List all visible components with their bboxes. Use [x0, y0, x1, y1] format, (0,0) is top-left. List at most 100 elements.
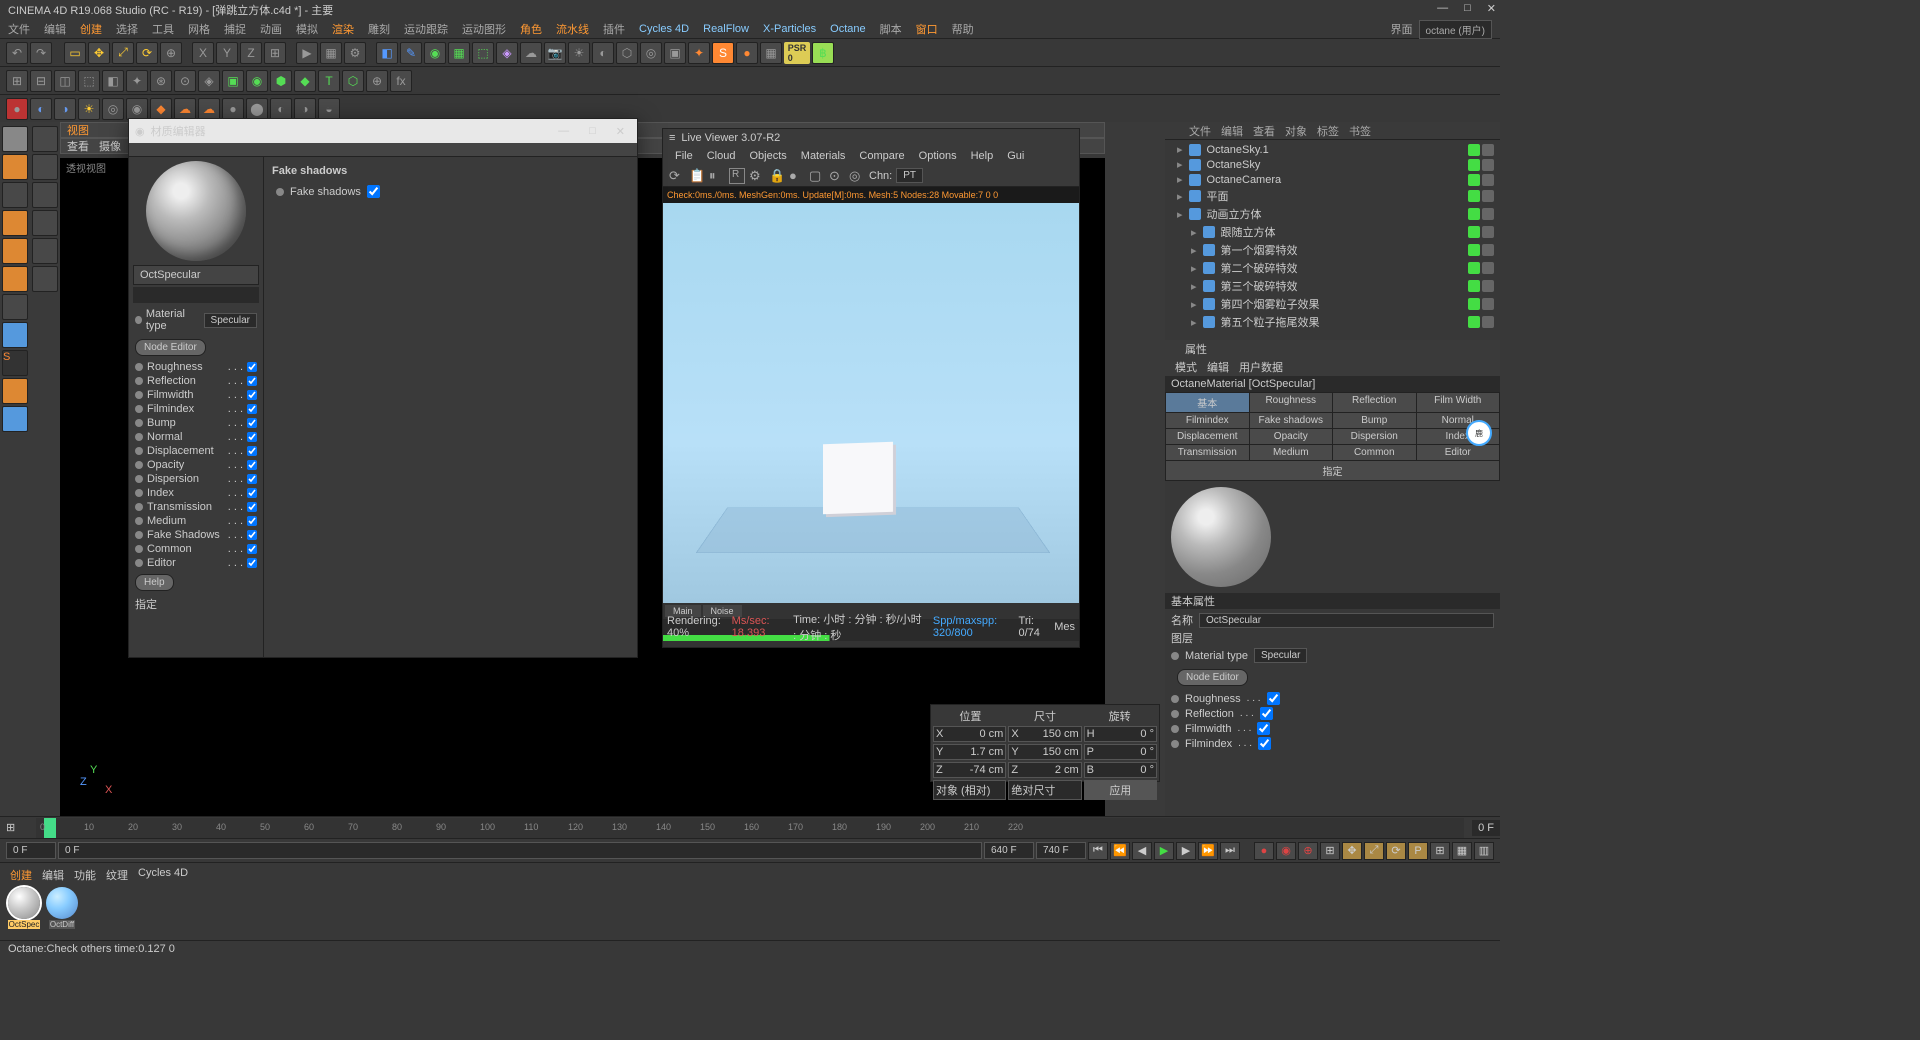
pb-d[interactable]: P	[1408, 842, 1428, 860]
scale-tool[interactable]: ⤢	[112, 42, 134, 64]
attr-tab-bump[interactable]: Bump	[1333, 413, 1416, 428]
material-preview-sphere[interactable]	[146, 161, 246, 261]
lv-frame-icon[interactable]: ▢	[809, 168, 825, 184]
material-channel-row[interactable]: Fake Shadows. . .	[129, 528, 263, 542]
attr-tab-edit[interactable]: 编辑	[1207, 359, 1229, 375]
lv-r-button[interactable]: R	[729, 168, 745, 184]
redo-button[interactable]: ↷	[30, 42, 52, 64]
tool-d[interactable]: ▣	[664, 42, 686, 64]
menu-cycles[interactable]: Cycles 4D	[639, 23, 689, 35]
visibility-tag[interactable]	[1468, 262, 1480, 274]
radio-icon[interactable]	[135, 531, 143, 539]
t3-b[interactable]: ◑	[54, 98, 76, 120]
radio-icon[interactable]	[135, 377, 143, 385]
attr-reflection-check[interactable]	[1260, 707, 1273, 720]
mode-10[interactable]	[2, 378, 28, 404]
coord-field[interactable]: Y150 cm	[1008, 744, 1081, 760]
visibility-tag[interactable]	[1468, 174, 1480, 186]
radio-icon[interactable]	[1171, 652, 1179, 660]
object-tag[interactable]	[1482, 316, 1494, 328]
radio-icon[interactable]	[135, 489, 143, 497]
deformer-button[interactable]: ◈	[496, 42, 518, 64]
material-channel-row[interactable]: Common. . .	[129, 542, 263, 556]
menu-script[interactable]: 脚本	[880, 21, 902, 37]
object-tag[interactable]	[1482, 262, 1494, 274]
close-button[interactable]: ✕	[1487, 2, 1496, 15]
axis-z-button[interactable]: Z	[240, 42, 262, 64]
material-channel-row[interactable]: Opacity. . .	[129, 458, 263, 472]
object-row[interactable]: ▸第一个烟雾特效	[1167, 241, 1498, 259]
material-editor-titlebar[interactable]: ◉ 材质编辑器 — □ ✕	[129, 119, 637, 143]
objmgr-tab-bookmarks[interactable]: 书签	[1349, 123, 1371, 139]
mode-8[interactable]	[2, 322, 28, 348]
next-frame-button[interactable]: ▶	[1176, 842, 1196, 860]
attr-tab-fake-shadows[interactable]: Fake shadows	[1250, 413, 1333, 428]
tool-b[interactable]: ⬡	[616, 42, 638, 64]
menu-plugins[interactable]: 插件	[603, 21, 625, 37]
t3-d[interactable]: ◉	[126, 98, 148, 120]
minimize-button[interactable]: —	[1437, 2, 1448, 15]
radio-icon[interactable]	[135, 363, 143, 371]
matmgr-tab-cycles[interactable]: Cycles 4D	[138, 867, 188, 883]
lv-target-icon[interactable]: ◎	[849, 168, 865, 184]
lv-menu-help[interactable]: Help	[971, 150, 994, 162]
coord-field[interactable]: X150 cm	[1008, 726, 1081, 742]
lv-menu-options[interactable]: Options	[919, 150, 957, 162]
visibility-tag[interactable]	[1468, 208, 1480, 220]
record-button[interactable]: ●	[6, 98, 28, 120]
tool-c[interactable]: ◎	[640, 42, 662, 64]
radio-icon[interactable]	[135, 559, 143, 567]
t2-e[interactable]: ◧	[102, 70, 124, 92]
material-slot-1[interactable]: OctSpec	[6, 887, 42, 935]
menu-pipeline[interactable]: 流水线	[556, 21, 589, 37]
fx-button[interactable]: fx	[390, 70, 412, 92]
autokey-button[interactable]: ◉	[1276, 842, 1296, 860]
t2-g[interactable]: ⊛	[150, 70, 172, 92]
channel-checkbox[interactable]	[247, 446, 257, 456]
object-row[interactable]: ▸平面	[1167, 187, 1498, 205]
radio-icon[interactable]	[276, 188, 284, 196]
visibility-tag[interactable]	[1468, 226, 1480, 238]
environment-button[interactable]: ☁	[520, 42, 542, 64]
material-channel-row[interactable]: Transmission. . .	[129, 500, 263, 514]
attr-tab-common[interactable]: Common	[1333, 445, 1416, 460]
radio-icon[interactable]	[1171, 740, 1179, 748]
menu-window[interactable]: 窗口	[916, 21, 938, 37]
object-row[interactable]: ▸第四个烟雾粒子效果	[1167, 295, 1498, 313]
matmgr-tab-tex[interactable]: 纹理	[106, 867, 128, 883]
t3-c[interactable]: ◎	[102, 98, 124, 120]
channel-checkbox[interactable]	[247, 558, 257, 568]
object-row[interactable]: ▸第三个破碎特效	[1167, 277, 1498, 295]
material-channel-row[interactable]: Reflection. . .	[129, 374, 263, 388]
menu-anim[interactable]: 动画	[260, 21, 282, 37]
lv-render-view[interactable]	[663, 203, 1079, 603]
coord-field[interactable]: H0 °	[1084, 726, 1157, 742]
start-frame-field[interactable]: 0 F	[6, 842, 56, 859]
material-channel-row[interactable]: Filmwidth. . .	[129, 388, 263, 402]
timeline-playhead[interactable]	[44, 818, 56, 838]
menu-tools[interactable]: 工具	[152, 21, 174, 37]
radio-icon[interactable]	[135, 391, 143, 399]
coord-apply-button[interactable]: 应用	[1084, 780, 1157, 800]
radio-icon[interactable]	[135, 433, 143, 441]
object-mode-button[interactable]	[2, 154, 28, 180]
radio-icon[interactable]	[135, 316, 142, 324]
material-channel-row[interactable]: Index. . .	[129, 486, 263, 500]
attr-tab-displacement[interactable]: Displacement	[1166, 429, 1249, 444]
menu-sculpt[interactable]: 雕刻	[368, 21, 390, 37]
radio-icon[interactable]	[135, 503, 143, 511]
menu-render[interactable]: 渲染	[332, 21, 354, 37]
t3-e[interactable]: ◆	[150, 98, 172, 120]
material-help-button[interactable]: Help	[135, 574, 174, 591]
timeline-handle-icon[interactable]: ⊞	[0, 821, 28, 834]
radio-icon[interactable]	[135, 447, 143, 455]
layout-selector[interactable]: octane (用户)	[1419, 20, 1492, 39]
menu-file[interactable]: 文件	[8, 21, 30, 37]
radio-icon[interactable]	[1171, 710, 1179, 718]
material-channel-row[interactable]: Filmindex. . .	[129, 402, 263, 416]
cloner-button[interactable]: ⬚	[472, 42, 494, 64]
object-row[interactable]: ▸OctaneSky.1	[1167, 142, 1498, 157]
visibility-tag[interactable]	[1468, 159, 1480, 171]
pb-a[interactable]: ✥	[1342, 842, 1362, 860]
vp-menu-camera[interactable]: 摄像	[99, 138, 121, 154]
